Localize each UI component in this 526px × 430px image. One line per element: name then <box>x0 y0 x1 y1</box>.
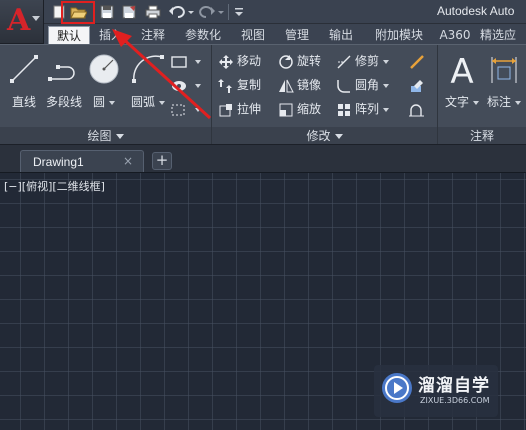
file-tab-drawing1[interactable]: Drawing1 × <box>20 150 144 173</box>
text-tool[interactable]: A 文字 <box>444 49 480 109</box>
open-icon-highlight <box>61 1 95 24</box>
stretch-icon <box>219 103 232 116</box>
tab-parametric[interactable]: 参数化 <box>178 26 228 44</box>
new-tab-button[interactable]: + <box>152 152 172 170</box>
arc-tool[interactable]: 圆弧 <box>128 49 168 109</box>
circle-icon <box>89 54 119 84</box>
polyline-tool[interactable]: 多段线 <box>44 49 84 109</box>
tab-featured-apps[interactable]: 精选应 <box>480 26 526 44</box>
app-logo-letter: A <box>7 3 31 38</box>
trim-icon <box>337 55 351 68</box>
text-icon: A <box>450 52 473 92</box>
tab-default[interactable]: 默认 <box>48 26 90 44</box>
circle-tool-label: 圆 <box>86 93 122 110</box>
file-tabs-bar: Drawing1 × + <box>0 144 526 173</box>
modify-panel-title[interactable]: 修改 <box>212 127 437 145</box>
boundary-tool[interactable] <box>170 99 201 119</box>
title-bar: Autodesk Auto <box>0 0 526 24</box>
save-as-icon[interactable] <box>120 4 138 20</box>
copy-tool[interactable]: 复制 <box>218 75 261 95</box>
boundary-icon <box>171 104 185 115</box>
customize-icon[interactable] <box>232 4 250 20</box>
ribbon-tabs: 默认 插入 注释 参数化 视图 管理 输出 附加模块 A360 精选应 <box>44 24 526 44</box>
draw-panel: 直线 多段线 圆 圆弧 绘图 <box>0 45 212 145</box>
draw-panel-title[interactable]: 绘图 <box>0 127 211 145</box>
tab-a360[interactable]: A360 <box>436 26 474 44</box>
polyline-tool-label: 多段线 <box>45 95 82 109</box>
dimension-icon <box>491 57 517 83</box>
rotate-tool[interactable]: 旋转 <box>278 51 321 71</box>
stretch-tool[interactable]: 拉伸 <box>218 99 261 119</box>
erase-icon <box>410 54 424 69</box>
scale-tool[interactable]: 缩放 <box>278 99 321 119</box>
fillet-icon <box>337 79 350 93</box>
tab-insert[interactable]: 插入 <box>94 26 128 44</box>
viewport-controls[interactable]: [−][俯视][二维线框] <box>4 178 105 194</box>
mirror-tool[interactable]: 镜像 <box>278 75 321 95</box>
move-icon <box>219 54 233 69</box>
rotate-icon <box>279 54 293 69</box>
window-title: Autodesk Auto <box>437 4 515 18</box>
chevron-down-icon <box>32 16 40 21</box>
line-tool[interactable]: 直线 <box>4 49 44 109</box>
print-icon[interactable] <box>144 4 162 20</box>
tab-output[interactable]: 输出 <box>324 26 358 44</box>
explode-tool[interactable] <box>408 75 429 95</box>
ribbon: 直线 多段线 圆 圆弧 绘图 移动 旋转 修剪 复制 镜像 圆角 拉伸 缩放 阵… <box>0 44 526 145</box>
polyline-icon <box>48 65 75 81</box>
close-icon[interactable]: × <box>123 154 133 168</box>
file-tab-label: Drawing1 <box>33 155 84 169</box>
annotation-panel-title[interactable]: 注释 <box>438 127 526 145</box>
dimension-tool[interactable]: 标注 <box>486 49 522 109</box>
circle-tool[interactable]: 圆 <box>86 49 122 109</box>
watermark-logo-icon <box>382 373 412 403</box>
text-tool-label: 文字 <box>444 93 480 110</box>
tab-manage[interactable]: 管理 <box>280 26 314 44</box>
rectangle-icon <box>171 55 187 68</box>
tab-addins[interactable]: 附加模块 <box>368 26 430 44</box>
annotation-panel: A 文字 标注 注释 <box>438 45 526 145</box>
tab-view[interactable]: 视图 <box>236 26 270 44</box>
scale-icon <box>279 103 293 116</box>
array-icon <box>338 103 350 116</box>
arc-icon <box>132 55 164 83</box>
rectangle-tool[interactable] <box>170 51 201 71</box>
undo-icon[interactable] <box>168 4 186 20</box>
svg-text:A: A <box>450 52 473 89</box>
watermark-title: 溜溜自学 <box>418 376 490 396</box>
offset-tool[interactable] <box>408 99 429 119</box>
copy-icon <box>218 78 232 93</box>
offset-icon <box>409 103 424 116</box>
fillet-tool[interactable]: 圆角 <box>336 75 390 95</box>
line-tool-label: 直线 <box>11 95 36 109</box>
tab-annotate[interactable]: 注释 <box>136 26 170 44</box>
save-icon[interactable] <box>98 4 116 20</box>
dimension-tool-label: 标注 <box>486 93 522 110</box>
mirror-icon <box>279 79 294 92</box>
array-tool[interactable]: 阵列 <box>336 99 390 119</box>
watermark-subtitle: ZIXUE.3D66.COM <box>420 396 490 405</box>
trim-tool[interactable]: 修剪 <box>336 51 390 71</box>
line-icon <box>10 55 38 83</box>
arc-tool-label: 圆弧 <box>128 93 168 110</box>
redo-icon[interactable] <box>198 4 216 20</box>
watermark: 溜溜自学 ZIXUE.3D66.COM <box>374 365 498 417</box>
modify-panel: 移动 旋转 修剪 复制 镜像 圆角 拉伸 缩放 阵列 修改 <box>212 45 438 145</box>
application-menu-button[interactable]: A <box>0 0 44 44</box>
hatch-tool[interactable] <box>170 75 201 95</box>
erase-tool[interactable] <box>408 51 429 71</box>
explode-icon <box>411 79 423 92</box>
move-tool[interactable]: 移动 <box>218 51 261 71</box>
qat-separator <box>228 4 229 20</box>
hatch-icon <box>172 80 186 91</box>
